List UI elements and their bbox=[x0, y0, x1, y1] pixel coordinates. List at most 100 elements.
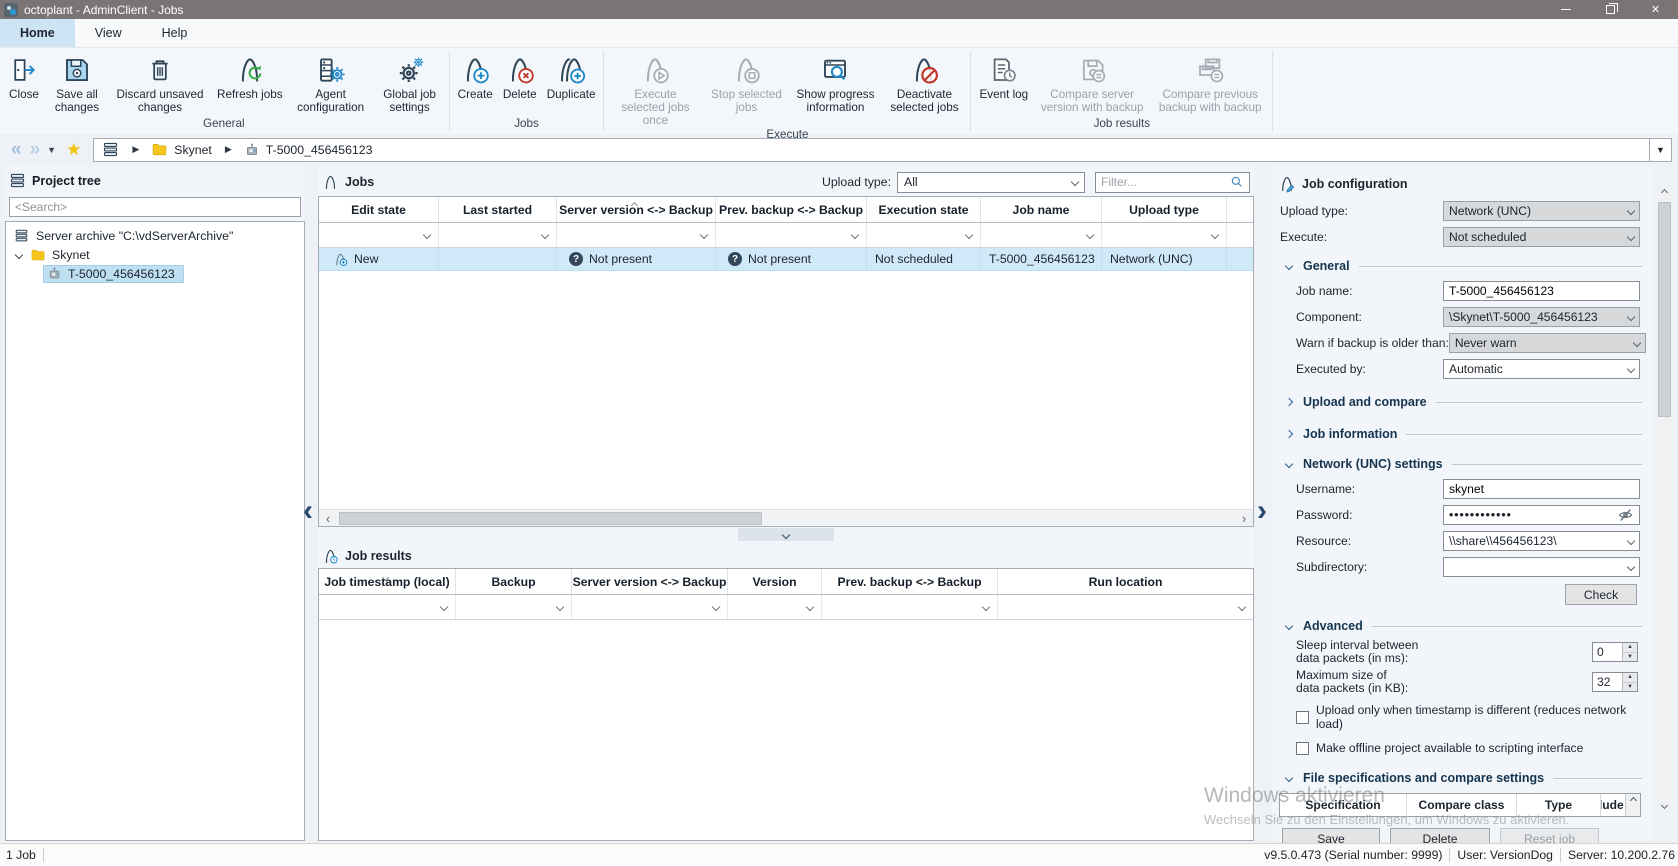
selected-tree-node[interactable]: T-5000_456456123 bbox=[43, 265, 184, 283]
scrollbar-thumb[interactable] bbox=[1658, 202, 1671, 417]
job-row-selected[interactable]: New ?Not present ?Not present Not schedu… bbox=[319, 248, 1253, 271]
nav-history-dropdown-icon[interactable]: ▼ bbox=[47, 145, 56, 155]
filter-input[interactable] bbox=[1101, 175, 1230, 189]
tree-item-device[interactable]: T-5000_456456123 bbox=[6, 264, 304, 283]
checkbox-icon[interactable] bbox=[1296, 711, 1309, 724]
tab-help[interactable]: Help bbox=[142, 19, 208, 47]
filter-cell[interactable] bbox=[319, 223, 439, 247]
stepper-down-icon[interactable]: ▼ bbox=[1623, 683, 1637, 692]
duplicate-job-button[interactable]: Duplicate bbox=[542, 48, 601, 101]
refresh-jobs-button[interactable]: Refresh jobs bbox=[212, 48, 288, 101]
breadcrumb-dropdown-icon[interactable]: ▼ bbox=[1650, 138, 1672, 162]
column-header-server-version-backup[interactable]: Server version <-> Backup bbox=[557, 197, 716, 222]
max-size-stepper[interactable]: 32▲▼ bbox=[1592, 672, 1638, 692]
section-general[interactable]: General bbox=[1286, 257, 1642, 275]
resource-combobox[interactable]: \\share\\456456123\ bbox=[1443, 531, 1640, 551]
column-header-backup[interactable]: Backup bbox=[456, 569, 572, 594]
stepper-down-icon[interactable]: ▼ bbox=[1623, 653, 1637, 662]
breadcrumb-item-device[interactable]: T-5000_456456123 bbox=[266, 143, 373, 157]
agent-configuration-button[interactable]: Agent configuration bbox=[288, 48, 374, 114]
right-splitter-arrow[interactable]: › bbox=[1257, 496, 1267, 526]
username-input[interactable] bbox=[1443, 479, 1640, 499]
minimize-button[interactable] bbox=[1543, 0, 1588, 19]
filter-cell[interactable] bbox=[557, 223, 716, 247]
column-header-last-started[interactable]: Last started bbox=[439, 197, 557, 222]
tab-view[interactable]: View bbox=[75, 19, 142, 47]
scroll-up-icon[interactable] bbox=[1657, 185, 1672, 200]
filter-cell[interactable] bbox=[867, 223, 981, 247]
nav-forward-icon[interactable]: » bbox=[30, 141, 39, 159]
upload-type-select[interactable]: Network (UNC) bbox=[1443, 201, 1640, 221]
column-header-job-timestamp[interactable]: Job timestamp (local) bbox=[319, 569, 456, 594]
execute-select[interactable]: Not scheduled bbox=[1443, 227, 1640, 247]
collapse-splitter-button[interactable] bbox=[738, 528, 834, 541]
filter-cell[interactable] bbox=[728, 595, 822, 619]
column-header-edit-state[interactable]: Edit state bbox=[319, 197, 439, 222]
filter-cell[interactable] bbox=[1102, 223, 1227, 247]
create-job-button[interactable]: Create bbox=[453, 48, 498, 101]
filter-cell[interactable] bbox=[439, 223, 557, 247]
left-splitter-arrow[interactable]: ‹ bbox=[303, 496, 313, 526]
deactivate-selected-jobs-button[interactable]: Deactivate selected jobs bbox=[881, 48, 967, 114]
column-header-prev-backup-backup[interactable]: Prev. backup <-> Backup bbox=[822, 569, 998, 594]
stepper-up-icon[interactable]: ▲ bbox=[1623, 673, 1637, 683]
section-advanced[interactable]: Advanced bbox=[1286, 617, 1642, 635]
offline-project-checkbox[interactable]: Make offline project available to script… bbox=[1296, 741, 1640, 755]
section-network-unc-settings[interactable]: Network (UNC) settings bbox=[1286, 455, 1642, 473]
section-job-information[interactable]: Job information bbox=[1286, 425, 1642, 443]
upload-only-timestamp-checkbox[interactable]: Upload only when timestamp is different … bbox=[1296, 703, 1640, 731]
column-header-specification[interactable]: Specification bbox=[1280, 794, 1407, 816]
tree-item-server-archive[interactable]: Server archive "C:\vdServerArchive" bbox=[6, 226, 304, 245]
filter-cell[interactable] bbox=[572, 595, 728, 619]
filter-cell[interactable] bbox=[716, 223, 867, 247]
filter-cell[interactable] bbox=[456, 595, 572, 619]
vertical-scrollbar[interactable] bbox=[1657, 185, 1672, 813]
executed-by-select[interactable]: Automatic bbox=[1443, 359, 1640, 379]
eye-off-icon[interactable] bbox=[1617, 508, 1634, 522]
scroll-down-icon[interactable] bbox=[1657, 798, 1672, 813]
password-input[interactable]: •••••••••••• bbox=[1443, 505, 1640, 525]
warn-select[interactable]: Never warn bbox=[1449, 333, 1646, 353]
column-header-include[interactable]: clude s bbox=[1601, 794, 1625, 816]
show-progress-information-button[interactable]: Show progress information bbox=[789, 48, 881, 114]
check-button[interactable]: Check bbox=[1565, 584, 1637, 605]
column-header-version[interactable]: Version bbox=[728, 569, 822, 594]
breadcrumb[interactable]: ▶ Skynet ▶ T-5000_456456123 bbox=[93, 138, 1650, 162]
column-header-server-version-backup[interactable]: Server version <-> Backup bbox=[572, 569, 728, 594]
tree-item-skynet[interactable]: Skynet bbox=[6, 245, 304, 264]
upload-type-select[interactable]: All bbox=[897, 172, 1085, 193]
section-upload-and-compare[interactable]: Upload and compare bbox=[1286, 393, 1642, 411]
global-job-settings-button[interactable]: Global job settings bbox=[374, 48, 446, 114]
spec-scroll-up-icon[interactable] bbox=[1625, 794, 1640, 816]
stepper-up-icon[interactable]: ▲ bbox=[1623, 643, 1637, 653]
job-name-input[interactable] bbox=[1443, 281, 1640, 301]
sleep-interval-stepper[interactable]: 0▲▼ bbox=[1592, 642, 1638, 662]
section-file-specifications[interactable]: File specifications and compare settings bbox=[1286, 769, 1642, 787]
column-header-upload-type[interactable]: Upload type bbox=[1102, 197, 1227, 222]
filter-cell[interactable] bbox=[319, 595, 456, 619]
scroll-left-icon[interactable]: ‹ bbox=[319, 511, 337, 526]
scrollbar-thumb[interactable] bbox=[339, 512, 762, 525]
column-header-prev-backup-backup[interactable]: Prev. backup <-> Backup bbox=[716, 197, 867, 222]
delete-job-button[interactable]: Delete bbox=[498, 48, 542, 101]
jobs-filter[interactable] bbox=[1095, 172, 1250, 193]
column-header-compare-class[interactable]: Compare class bbox=[1407, 794, 1517, 816]
nav-back-icon[interactable]: « bbox=[11, 141, 20, 159]
filter-cell[interactable] bbox=[981, 223, 1102, 247]
tab-home[interactable]: Home bbox=[0, 19, 75, 47]
column-header-execution-state[interactable]: Execution state bbox=[867, 197, 981, 222]
checkbox-icon[interactable] bbox=[1296, 742, 1309, 755]
discard-unsaved-changes-button[interactable]: Discard unsaved changes bbox=[108, 48, 212, 114]
chevron-down-icon[interactable] bbox=[15, 250, 23, 258]
horizontal-scrollbar[interactable]: ‹ › bbox=[319, 509, 1253, 526]
column-header-run-location[interactable]: Run location bbox=[998, 569, 1253, 594]
subdirectory-combobox[interactable] bbox=[1443, 557, 1640, 577]
component-select[interactable]: \Skynet\T-5000_456456123 bbox=[1443, 307, 1640, 327]
maximize-button[interactable] bbox=[1588, 0, 1633, 19]
favorite-star-icon[interactable]: ★ bbox=[66, 140, 81, 160]
search-input[interactable] bbox=[9, 197, 301, 217]
event-log-button[interactable]: Event log bbox=[974, 48, 1033, 101]
column-header-job-name[interactable]: Job name bbox=[981, 197, 1102, 222]
breadcrumb-item-skynet[interactable]: Skynet bbox=[174, 143, 212, 157]
scroll-right-icon[interactable]: › bbox=[1235, 511, 1253, 526]
